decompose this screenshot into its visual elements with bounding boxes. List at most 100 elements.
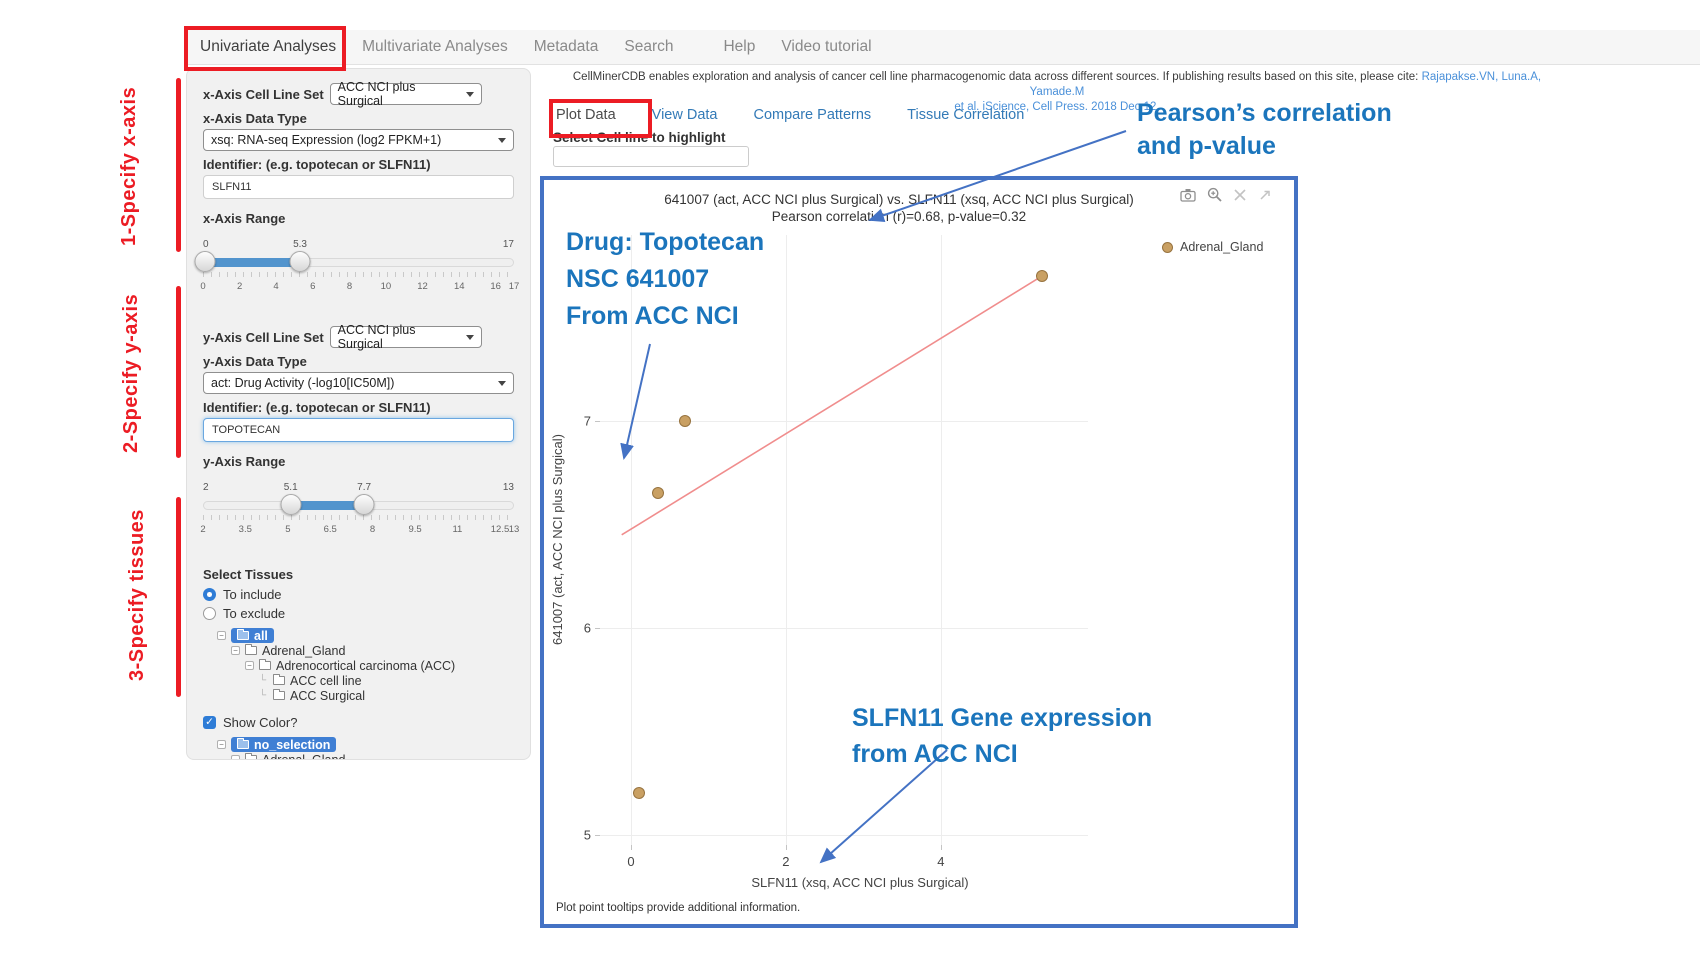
collapse-icon[interactable]: − <box>217 631 226 640</box>
radio-to-include[interactable]: To include <box>203 585 514 604</box>
tree-node-all[interactable]: − all <box>217 628 514 643</box>
legend-label: Adrenal_Gland <box>1180 240 1263 254</box>
tree-node-adrenal-gland[interactable]: − Adrenal_Gland <box>231 643 514 658</box>
y-tick-label: 5 <box>584 827 591 842</box>
plotly-modebar <box>1180 187 1272 202</box>
nav-item-help[interactable]: Help <box>723 38 755 56</box>
chevron-down-icon <box>466 335 474 340</box>
tree-node-adrenal-gland[interactable]: − Adrenal_Gland <box>231 752 514 760</box>
y-range-slider[interactable]: 2 5.1 7.7 13 2 3.5 5 6.5 8 9.5 11 12.5 1… <box>203 481 514 539</box>
tree-node-no-selection[interactable]: − no_selection <box>217 737 514 752</box>
folder-icon <box>245 646 257 655</box>
y-identifier-input[interactable] <box>203 418 514 442</box>
legend-marker-icon <box>1162 242 1173 253</box>
chevron-down-icon <box>498 138 506 143</box>
collapse-icon[interactable]: − <box>245 661 254 670</box>
x-slider-handle-from[interactable] <box>194 251 215 272</box>
y-identifier-label: Identifier: (e.g. topotecan or SLFN11) <box>203 400 514 415</box>
plot-correlation-subtitle: Pearson correlation (r)=0.68, p-value=0.… <box>554 209 1244 224</box>
nav-item-multivariate-analyses[interactable]: Multivariate Analyses <box>362 38 508 56</box>
x-slider-max-value: 17 <box>503 239 514 250</box>
tab-view-data[interactable]: View Data <box>652 107 718 123</box>
folder-icon <box>273 691 285 700</box>
highlight-cell-line-label: Select Cell line to highlight <box>553 130 726 145</box>
tissue-tree-include: − all − Adrenal_Gland − Adrenocortical c… <box>217 628 514 703</box>
x-slider-fill <box>203 258 300 267</box>
plot-footer-note: Plot point tooltips provide additional i… <box>556 902 800 914</box>
nav-item-video-tutorial[interactable]: Video tutorial <box>781 38 871 56</box>
scatter-point[interactable] <box>1036 270 1048 282</box>
x-slider-handle-to[interactable] <box>290 251 311 272</box>
red-bracket-step1 <box>176 78 181 252</box>
zoom-in-icon[interactable] <box>1207 187 1222 202</box>
x-slider-to-value: 5.3 <box>293 239 307 250</box>
y-cell-line-set-label: y-Axis Cell Line Set <box>203 330 324 345</box>
step1-label: 1-Specify x-axis <box>118 86 141 246</box>
y-cell-line-set-select[interactable]: ACC NCI plus Surgical <box>330 326 482 348</box>
y-data-type-select[interactable]: act: Drug Activity (-log10[IC50M]) <box>203 372 514 394</box>
y-slider-handle-from[interactable] <box>280 494 301 515</box>
x-tick-mark <box>786 845 787 850</box>
y-slider-to-value: 7.7 <box>357 482 371 493</box>
tab-tissue-correlation[interactable]: Tissue Correlation <box>907 107 1024 123</box>
camera-icon[interactable] <box>1180 188 1196 202</box>
highlight-cell-line-input[interactable] <box>553 146 749 167</box>
x-data-type-select[interactable]: xsq: RNA-seq Expression (log2 FPKM+1) <box>203 129 514 151</box>
nav-item-metadata[interactable]: Metadata <box>534 38 599 56</box>
nav-item-search[interactable]: Search <box>624 38 673 56</box>
scatter-point[interactable] <box>679 415 691 427</box>
tab-compare-patterns[interactable]: Compare Patterns <box>753 107 871 123</box>
folder-icon <box>245 755 257 760</box>
select-tissues-label: Select Tissues <box>203 567 514 582</box>
chevron-down-icon <box>466 92 474 97</box>
scatter-point[interactable] <box>633 787 645 799</box>
y-slider-tickmarks <box>203 515 514 520</box>
collapse-icon[interactable]: − <box>217 740 226 749</box>
show-color-checkbox[interactable]: ✓ Show Color? <box>203 713 514 732</box>
folder-icon <box>273 676 285 685</box>
x-identifier-input[interactable] <box>203 175 514 199</box>
y-slider-handle-to[interactable] <box>354 494 375 515</box>
collapse-icon[interactable]: − <box>231 646 240 655</box>
legend-adrenal-gland[interactable]: Adrenal_Gland <box>1162 240 1263 254</box>
red-bracket-step3 <box>176 497 181 697</box>
checkbox-checked-icon: ✓ <box>203 716 216 729</box>
scatter-point[interactable] <box>652 487 664 499</box>
annotation-slfn11-expression: SLFN11 Gene expression from ACC NCI <box>852 700 1152 772</box>
y-slider-max-value: 13 <box>503 482 514 493</box>
step2-label: 2-Specify y-axis <box>120 292 143 454</box>
y-data-type-label: y-Axis Data Type <box>203 354 514 369</box>
tree-node-acc[interactable]: − Adrenocortical carcinoma (ACC) <box>245 658 514 673</box>
x-tick-label: 0 <box>627 854 634 869</box>
x-cell-line-set-select[interactable]: ACC NCI plus Surgical <box>330 83 482 105</box>
chevron-down-icon <box>498 381 506 386</box>
analysis-tabs: Plot Data View Data Compare Patterns Tis… <box>556 107 1024 123</box>
x-tick-mark <box>631 845 632 850</box>
x-cell-line-set-label: x-Axis Cell Line Set <box>203 87 324 102</box>
step3-label: 3-Specify tissues <box>126 498 149 692</box>
radio-to-exclude[interactable]: To exclude <box>203 604 514 623</box>
reset-axes-icon[interactable] <box>1258 188 1272 202</box>
tree-node-acc-surgical[interactable]: └ ACC Surgical <box>259 688 514 703</box>
y-tick-label: 7 <box>584 414 591 429</box>
plot-title: 641007 (act, ACC NCI plus Surgical) vs. … <box>554 192 1244 207</box>
annotation-pearson-correlation: Pearson’s correlation and p-value <box>1137 97 1392 163</box>
radio-selected-icon <box>203 588 216 601</box>
x-axis-title: SLFN11 (xsq, ACC NCI plus Surgical) <box>610 875 1110 890</box>
red-bracket-step2 <box>176 286 181 458</box>
folder-icon <box>259 661 271 670</box>
pan-icon[interactable] <box>1233 188 1247 202</box>
x-slider-tickmarks <box>203 272 514 277</box>
x-tick-mark <box>941 845 942 850</box>
nav-item-univariate-analyses[interactable]: Univariate Analyses <box>200 38 336 56</box>
tree-node-acc-cell-line[interactable]: └ ACC cell line <box>259 673 514 688</box>
tab-plot-data[interactable]: Plot Data <box>556 107 616 123</box>
top-navbar: Univariate Analyses Multivariate Analyse… <box>186 30 1700 65</box>
x-tick-label: 2 <box>782 854 789 869</box>
collapse-icon[interactable]: − <box>231 755 240 760</box>
y-tick-label: 6 <box>584 620 591 635</box>
x-identifier-label: Identifier: (e.g. topotecan or SLFN11) <box>203 157 514 172</box>
x-range-slider[interactable]: 0 5.3 17 0 2 4 6 8 10 12 14 16 17 <box>203 238 514 296</box>
annotation-drug-topotecan: Drug: Topotecan NSC 641007 From ACC NCI <box>566 224 764 335</box>
x-data-type-label: x-Axis Data Type <box>203 111 514 126</box>
